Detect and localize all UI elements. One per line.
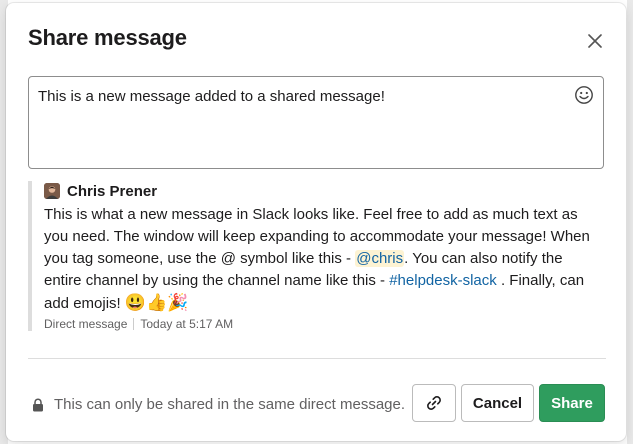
message-input[interactable]: This is a new message added to a shared … — [28, 76, 604, 169]
channel-link[interactable]: #helpdesk-slack — [389, 272, 497, 289]
message-source: Direct message — [44, 317, 128, 331]
share-button[interactable]: Share — [539, 384, 605, 422]
meta-separator — [133, 318, 135, 330]
shared-message-text: This is what a new message in Slack look… — [44, 204, 592, 315]
dialog-title: Share message — [28, 25, 187, 50]
share-message-dialog: Share message This is a new message adde… — [6, 3, 626, 441]
notice-text: This can only be shared in the same dire… — [54, 396, 406, 413]
avatar — [44, 183, 60, 199]
link-icon — [427, 396, 441, 410]
close-icon — [588, 34, 602, 48]
message-input-value: This is a new message added to a shared … — [38, 88, 385, 105]
lock-icon — [33, 398, 43, 411]
author-name: Chris Prener — [67, 182, 158, 200]
close-button[interactable] — [584, 30, 606, 52]
footer-divider — [28, 358, 606, 359]
cancel-button[interactable]: Cancel — [461, 384, 534, 422]
smiley-icon — [575, 86, 593, 104]
emoji-button[interactable] — [574, 85, 594, 105]
shared-message-preview: Chris Prener This is what a new message … — [28, 181, 590, 331]
share-restriction-notice: This can only be shared in the same dire… — [32, 396, 405, 413]
backdrop-right — [627, 0, 633, 444]
copy-link-button[interactable] — [412, 384, 456, 422]
message-timestamp[interactable]: Today at 5:17 AM — [140, 317, 233, 331]
user-mention[interactable]: @chris — [355, 250, 405, 267]
emojis: 😃👍🎉 — [124, 293, 189, 312]
